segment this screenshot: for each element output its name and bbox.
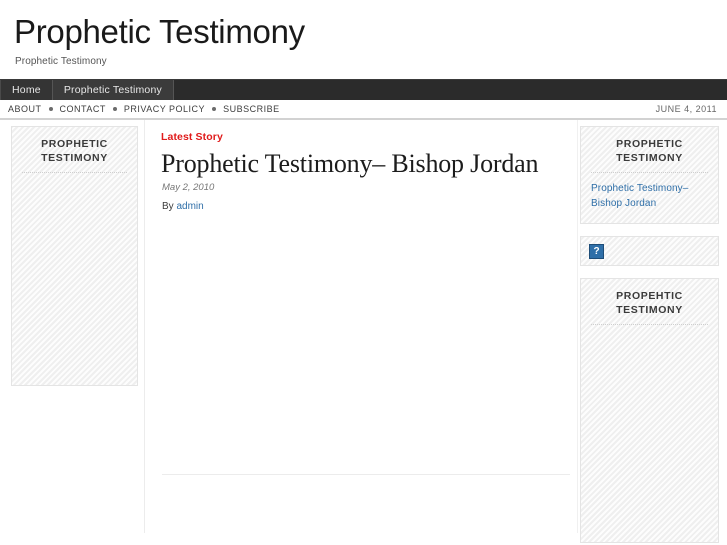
nav-separator-dot-icon <box>112 107 117 111</box>
latest-story-label: Latest Story <box>161 131 223 143</box>
nav-item-prophetic-testimony[interactable]: Prophetic Testimony <box>52 80 174 100</box>
main-content: Latest Story Prophetic Testimony– Bishop… <box>145 120 577 533</box>
nav-separator-dot-icon <box>48 107 53 111</box>
right-widget-second-body <box>591 325 708 530</box>
page-root: Prophetic Testimony Prophetic Testimony … <box>0 0 727 545</box>
right-widget-recent-title: PROPHETIC TESTIMONY <box>591 137 708 173</box>
broken-image-icon[interactable] <box>589 244 604 259</box>
primary-navigation: Home Prophetic Testimony <box>0 79 727 100</box>
right-sidebar: PROPHETIC TESTIMONY Prophetic Testimony–… <box>577 120 727 543</box>
right-sidebar-widget-recent: PROPHETIC TESTIMONY Prophetic Testimony–… <box>580 126 719 224</box>
site-title[interactable]: Prophetic Testimony <box>10 10 727 52</box>
content-columns: PROPHETIC TESTIMONY Latest Story Prophet… <box>0 120 727 543</box>
site-tagline: Prophetic Testimony <box>15 56 107 67</box>
secondary-nav-links: ABOUT CONTACT PRIVACY POLICY SUBSCRIBE <box>8 104 280 114</box>
left-sidebar-widget: PROPHETIC TESTIMONY <box>11 126 138 386</box>
site-header: Prophetic Testimony Prophetic Testimony <box>0 0 727 67</box>
post-divider <box>162 474 570 475</box>
nav-item-home[interactable]: Home <box>0 80 53 100</box>
recent-post-link[interactable]: Prophetic Testimony– Bishop Jordan <box>591 182 708 211</box>
secondary-navigation: ABOUT CONTACT PRIVACY POLICY SUBSCRIBE J… <box>0 100 727 120</box>
nav-link-privacy-policy[interactable]: PRIVACY POLICY <box>124 104 205 114</box>
post-byline: By admin <box>159 193 563 212</box>
right-widget-second-title: PROPEHTIC TESTIMONY <box>591 289 708 325</box>
left-sidebar: PROPHETIC TESTIMONY <box>0 120 145 533</box>
right-sidebar-widget-second: PROPEHTIC TESTIMONY <box>580 278 719 543</box>
post-body <box>159 212 563 474</box>
nav-link-contact[interactable]: CONTACT <box>60 104 106 114</box>
right-widget-recent-body: Prophetic Testimony– Bishop Jordan <box>591 173 708 211</box>
left-sidebar-widget-body <box>22 173 127 373</box>
post-date: May 2, 2010 <box>162 182 215 193</box>
nav-filler <box>173 80 727 100</box>
post-author-link[interactable]: admin <box>176 201 203 212</box>
right-sidebar-widget-image <box>580 236 719 266</box>
left-sidebar-widget-title: PROPHETIC TESTIMONY <box>22 137 127 173</box>
nav-link-about[interactable]: ABOUT <box>8 104 42 114</box>
nav-link-subscribe[interactable]: SUBSCRIBE <box>223 104 280 114</box>
nav-separator-dot-icon <box>212 107 217 111</box>
post-title[interactable]: Prophetic Testimony– Bishop Jordan <box>159 149 563 179</box>
current-date: JUNE 4, 2011 <box>655 104 717 114</box>
byline-prefix: By <box>162 201 174 212</box>
